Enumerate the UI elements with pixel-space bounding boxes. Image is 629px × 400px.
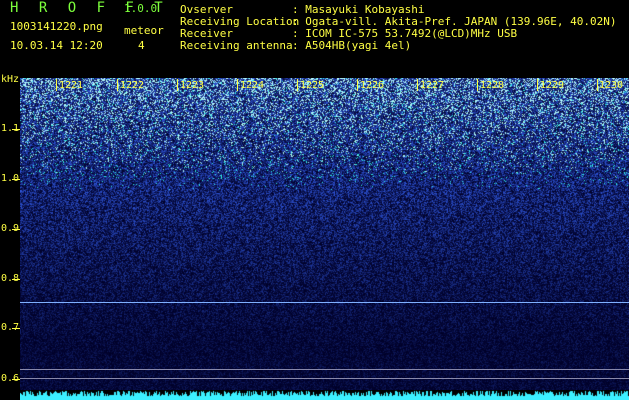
capture-datetime: 10.03.14 12:20 bbox=[10, 39, 103, 52]
y-tick bbox=[12, 129, 20, 130]
x-label: 1228 bbox=[480, 80, 505, 91]
x-label: 1223 bbox=[180, 80, 205, 91]
antenna-value: : A504HB(yagi 4el) bbox=[292, 39, 412, 52]
x-label: 1227 bbox=[420, 80, 445, 91]
carrier-line bbox=[20, 302, 629, 303]
reference-line-lower bbox=[20, 378, 629, 379]
y-tick bbox=[12, 179, 20, 180]
x-tick bbox=[297, 79, 298, 91]
x-label: 1225 bbox=[300, 80, 325, 91]
app-version: 1.0.0 bbox=[124, 2, 158, 15]
spectrogram-canvas bbox=[20, 78, 629, 392]
x-label: 1221 bbox=[59, 80, 84, 91]
x-label: 1230 bbox=[599, 80, 624, 91]
antenna-label: Receiving antenna bbox=[180, 39, 293, 52]
x-tick bbox=[537, 79, 538, 91]
reference-line-upper bbox=[20, 369, 629, 370]
x-tick bbox=[56, 79, 57, 91]
image-filename: 1003141220.png bbox=[10, 20, 103, 33]
x-tick bbox=[177, 79, 178, 91]
meteor-label: meteor bbox=[124, 24, 164, 37]
x-label: 1229 bbox=[540, 80, 565, 91]
x-tick bbox=[477, 79, 478, 91]
x-tick bbox=[417, 79, 418, 91]
x-tick bbox=[597, 79, 598, 91]
y-tick bbox=[12, 379, 20, 380]
x-tick bbox=[237, 79, 238, 91]
meteor-count: 4 bbox=[138, 39, 145, 52]
x-label: 1222 bbox=[120, 80, 145, 91]
y-tick bbox=[12, 229, 20, 230]
signal-level-trace bbox=[20, 390, 629, 400]
y-axis-unit: kHz bbox=[1, 74, 20, 85]
y-tick bbox=[12, 328, 20, 329]
header-panel: H R O F F T 1.0.0 1003141220.png 10.03.1… bbox=[0, 0, 629, 76]
x-tick bbox=[117, 79, 118, 91]
x-label: 1226 bbox=[360, 80, 385, 91]
x-tick bbox=[357, 79, 358, 91]
y-tick bbox=[12, 279, 20, 280]
x-label: 1224 bbox=[240, 80, 265, 91]
